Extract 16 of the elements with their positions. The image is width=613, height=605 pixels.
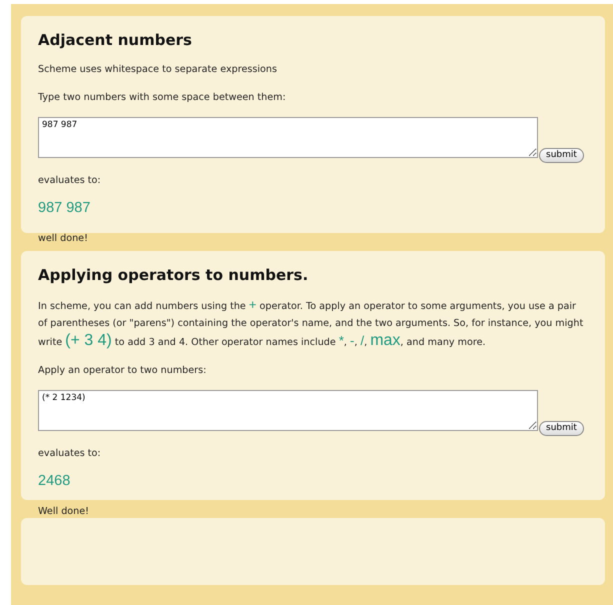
code-input-field[interactable]: 987 987 bbox=[38, 117, 538, 158]
submit-button[interactable]: submit bbox=[539, 148, 584, 163]
result-value: 2468 bbox=[38, 473, 72, 490]
prompt-text: Type two numbers with some space between them: bbox=[38, 91, 287, 105]
section-title: Adjacent numbers bbox=[38, 31, 193, 49]
description-text: In scheme, you can add numbers using the + operator. To apply an operator to some arguments, you use a pair of parentheses (or "parens") containing the operator's name, and the two arguments. So, for instance, you might write (+ 3 4) to add 3 and 4. Other operator names include *, -, /, max, and many more. bbox=[38, 296, 584, 352]
submit-button[interactable]: submit bbox=[539, 421, 584, 436]
result-value: 987 987 bbox=[38, 200, 92, 216]
prompt-text: Apply an operator to two numbers: bbox=[38, 364, 208, 378]
result-label: evaluates to: bbox=[38, 447, 102, 462]
feedback-text: Well done! bbox=[38, 505, 90, 520]
code-input-field[interactable]: (* 2 1234) bbox=[38, 390, 538, 432]
section-title: Applying operators to numbers. bbox=[38, 266, 310, 284]
result-label: evaluates to: bbox=[38, 174, 102, 188]
feedback-text: well done! bbox=[38, 232, 89, 246]
description-text: Scheme uses whitespace to separate expressions bbox=[38, 63, 278, 77]
